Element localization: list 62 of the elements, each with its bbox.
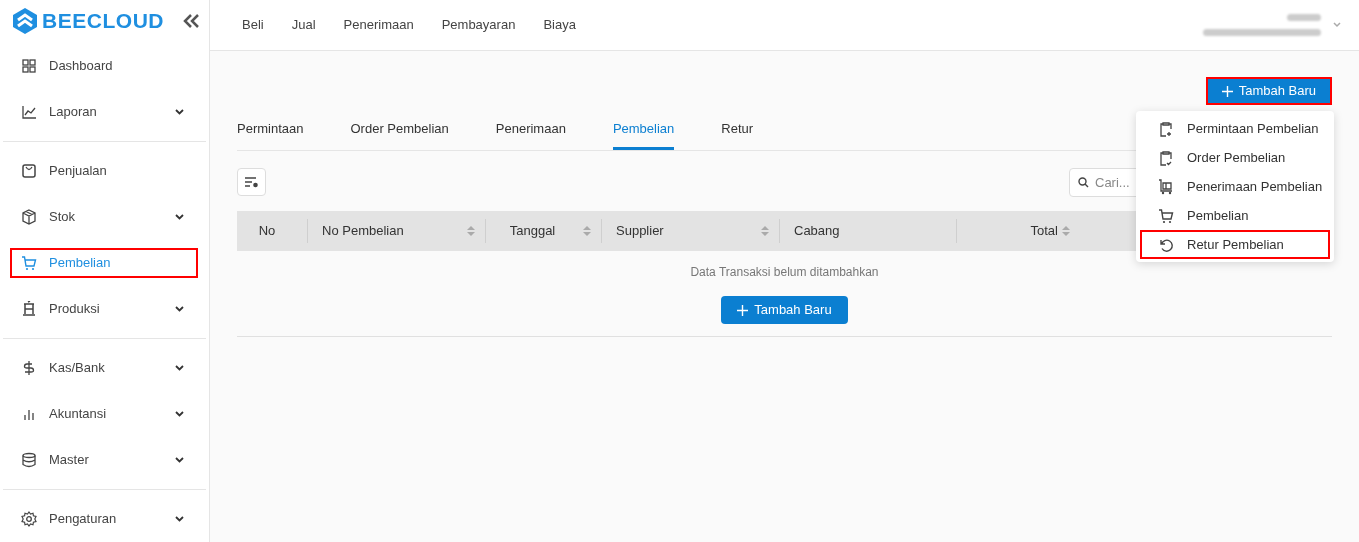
sidebar-item[interactable]: Pengaturan — [10, 504, 198, 534]
menu-item[interactable]: Permintaan Pembelian — [1140, 114, 1330, 143]
sort-icon[interactable] — [467, 225, 475, 237]
column-header: No Pembelian — [322, 222, 405, 241]
bag-icon — [21, 163, 37, 179]
logo-icon — [12, 6, 38, 35]
add-new-button[interactable]: Tambah Baru — [721, 296, 848, 324]
menu-item[interactable]: Penerimaan Pembelian — [1140, 172, 1330, 201]
sidebar-item[interactable]: Akuntansi — [10, 399, 198, 429]
sidebar-item[interactable]: Penjualan — [10, 156, 198, 186]
box-icon — [21, 209, 37, 225]
column-header: Total — [1030, 222, 1058, 241]
nav-link[interactable]: Penerimaan — [343, 15, 414, 35]
grid-icon — [21, 58, 37, 74]
column-header: Tanggal — [508, 222, 557, 241]
sidebar-item[interactable]: Laporan — [10, 97, 198, 127]
sort-icon[interactable] — [1062, 225, 1070, 237]
tab[interactable]: Pembelian — [612, 110, 675, 150]
nav-link[interactable]: Pembayaran — [441, 15, 516, 35]
settings-icon — [21, 511, 37, 527]
cart-icon — [1158, 207, 1174, 224]
sidebar-item[interactable]: Master — [10, 445, 198, 475]
cart-icon — [21, 255, 37, 271]
undo-icon — [1158, 236, 1174, 253]
column-settings-button[interactable] — [237, 168, 266, 196]
sort-icon[interactable] — [583, 225, 591, 237]
column-header: Cabang — [794, 222, 840, 241]
tab[interactable]: Order Pembelian — [350, 110, 449, 150]
column-header: Supplier — [616, 222, 665, 241]
sidebar-item[interactable]: Dashboard — [10, 51, 198, 81]
clipboard-plus-icon — [1158, 120, 1174, 137]
database-icon — [21, 452, 37, 468]
menu-item[interactable]: Pembelian — [1140, 201, 1330, 230]
nav-link[interactable]: Jual — [291, 15, 316, 35]
menu-item[interactable]: Retur Pembelian — [1140, 230, 1330, 259]
blurred-user-name — [1287, 14, 1321, 21]
plus-icon — [1221, 85, 1233, 97]
empty-table-message: Data Transaksi belum ditambahkan — [690, 264, 879, 281]
sidebar-item[interactable]: Produksi — [10, 294, 198, 324]
plus-icon — [737, 304, 749, 316]
tab[interactable]: Penerimaan — [495, 110, 566, 150]
sidebar-item[interactable]: Stok — [10, 202, 198, 232]
line-chart-icon — [21, 104, 37, 120]
sidebar-item[interactable]: Pembelian — [10, 248, 198, 278]
search-icon — [1078, 176, 1089, 188]
column-header: No — [258, 222, 276, 241]
brand-name: BEECLOUD — [42, 7, 165, 34]
tab[interactable]: Permintaan — [237, 110, 304, 150]
add-new-button[interactable]: Tambah Baru — [1205, 77, 1332, 105]
dollar-icon — [21, 360, 37, 376]
caret-icon[interactable] — [1333, 22, 1341, 28]
clipboard-check-icon — [1158, 149, 1174, 166]
sort-icon[interactable] — [761, 225, 769, 237]
filter-settings-icon — [244, 176, 259, 188]
collapse-icon[interactable] — [182, 12, 201, 29]
tab[interactable]: Retur — [721, 110, 754, 150]
trolley-icon — [1158, 178, 1174, 195]
nav-link[interactable]: Beli — [242, 15, 264, 35]
sidebar-item[interactable]: Kas/Bank — [10, 353, 198, 383]
factory-icon — [21, 301, 37, 317]
nav-link[interactable]: Biaya — [543, 15, 576, 35]
menu-item[interactable]: Order Pembelian — [1140, 143, 1330, 172]
